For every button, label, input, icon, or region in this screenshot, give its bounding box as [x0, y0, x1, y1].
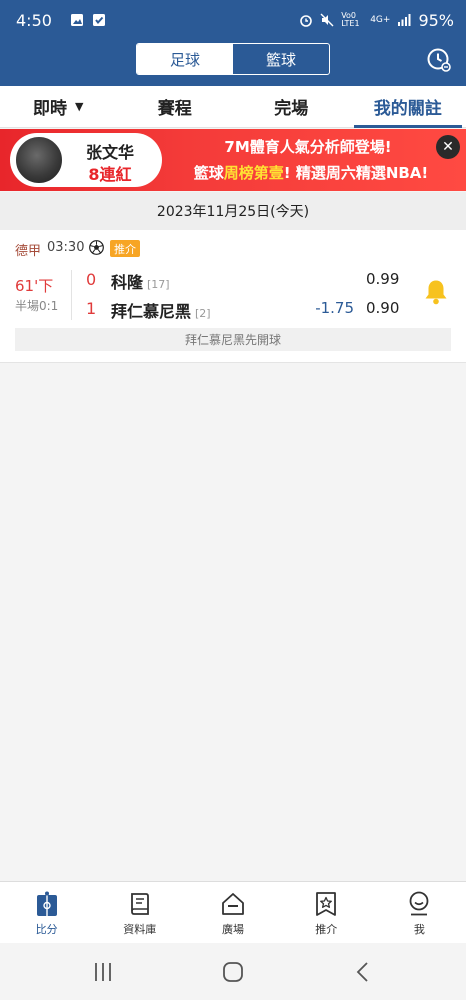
analyst-name: 张文华 [85, 143, 134, 162]
tab-live[interactable]: 即時 ▼ [0, 86, 117, 127]
tab-finished-label: 完場 [274, 99, 309, 119]
signal-icon [397, 13, 411, 27]
analyst-streak: 8連紅 [88, 165, 132, 184]
mute-icon [320, 13, 334, 27]
nav-recommend[interactable]: 推介 [280, 882, 373, 943]
nav-me[interactable]: 我 [373, 882, 466, 943]
status-time: 4:50 [16, 10, 52, 30]
home-team: 科隆 [17] [111, 269, 170, 293]
sport-toggle: 足球 籃球 [136, 43, 330, 75]
bottom-nav: 比分 資料庫 廣場 推介 我 [0, 881, 466, 943]
recent-apps-icon[interactable] [90, 959, 116, 985]
book-icon [127, 890, 153, 918]
back-icon[interactable] [350, 959, 376, 985]
home-team-rank: [17] [147, 278, 170, 291]
bell-icon[interactable] [423, 278, 449, 306]
recommend-badge[interactable]: 推介 [110, 240, 140, 257]
sport-tab-basketball[interactable]: 籃球 [233, 44, 329, 74]
close-icon[interactable]: ✕ [436, 135, 460, 159]
nav-scores-label: 比分 [35, 923, 58, 936]
history-clock-icon[interactable] [426, 47, 452, 73]
caret-down-icon: ▼ [75, 100, 84, 113]
tab-my-follows[interactable]: 我的關註 [350, 86, 466, 128]
gallery-icon [70, 13, 84, 27]
app-header: 4:50 Vo0 LTE1 4G+ 95% 足球 籃球 [0, 0, 466, 86]
banner-headline: 7M體育人氣分析師登場! [224, 138, 392, 156]
away-team: 拜仁慕尼黑 [2] [111, 298, 211, 322]
handicap-value: -1.75 [315, 299, 354, 317]
banner-subline-highlight: 周榜第壹 [223, 164, 284, 182]
profile-icon [406, 890, 432, 918]
banner-subline-pre: 籃球 [193, 164, 224, 182]
main-tabs: 即時 ▼ 賽程 完場 我的關註 [0, 86, 466, 128]
tab-live-label: 即時 [33, 99, 68, 119]
status-bar: 4:50 Vo0 LTE1 4G+ 95% [0, 0, 466, 40]
tab-schedule[interactable]: 賽程 [117, 86, 234, 127]
star-bookmark-icon [313, 890, 339, 918]
nav-database-label: 資料庫 [123, 923, 157, 936]
tab-my-follows-label: 我的關註 [373, 99, 442, 119]
sport-tab-football[interactable]: 足球 [137, 44, 233, 74]
home-team-name: 科隆 [111, 273, 144, 292]
nav-plaza-label: 廣場 [222, 923, 244, 936]
promo-banner[interactable]: 张文华 8連紅 7M體育人氣分析師登場! 籃球周榜第壹! 精選周六精選NBA! [0, 129, 466, 191]
banner-subline-post: ! 精選周六精選NBA! [283, 164, 429, 182]
tab-schedule-label: 賽程 [157, 99, 192, 119]
alarm-icon [299, 13, 313, 27]
battery-level: 95% [418, 10, 454, 30]
nav-recommend-label: 推介 [315, 923, 338, 936]
league-name: 德甲 [15, 244, 42, 259]
analyst-avatar [14, 135, 64, 185]
scoreboard-icon [34, 890, 60, 918]
check-icon [92, 13, 106, 27]
nav-database[interactable]: 資料庫 [93, 882, 186, 943]
away-score: 1 [86, 299, 97, 318]
date-header: 2023年11月25日(今天) [0, 192, 466, 230]
match-time: 03:30 [47, 240, 85, 255]
away-team-name: 拜仁慕尼黑 [111, 302, 192, 321]
match-card[interactable]: 德甲 03:30 推介 61'下 半場0:1 0 科隆 [17] 0.99 1 拜… [0, 230, 466, 363]
away-odds: 0.90 [366, 299, 400, 317]
home-odds: 0.99 [366, 270, 400, 288]
nav-plaza[interactable]: 廣場 [186, 882, 279, 943]
match-divider [71, 270, 72, 320]
banner-subline: 籃球周榜第壹! 精選周六精選NBA! [168, 162, 454, 183]
nav-scores[interactable]: 比分 [0, 882, 93, 943]
network-4g-label: 4G+ [370, 15, 391, 25]
football-icon [89, 240, 104, 255]
plaza-icon [220, 890, 246, 918]
match-minute: 61'下 [15, 277, 54, 295]
nav-me-label: 我 [413, 923, 425, 936]
home-icon[interactable] [220, 959, 246, 985]
half-time-score: 半場0:1 [15, 299, 59, 313]
home-score: 0 [86, 270, 97, 289]
system-nav-bar [0, 943, 466, 1000]
tab-finished[interactable]: 完場 [233, 86, 350, 127]
away-team-rank: [2] [195, 307, 211, 320]
kickoff-note: 拜仁慕尼黑先開球 [15, 328, 451, 351]
network-label: Vo0 LTE1 [341, 11, 360, 28]
